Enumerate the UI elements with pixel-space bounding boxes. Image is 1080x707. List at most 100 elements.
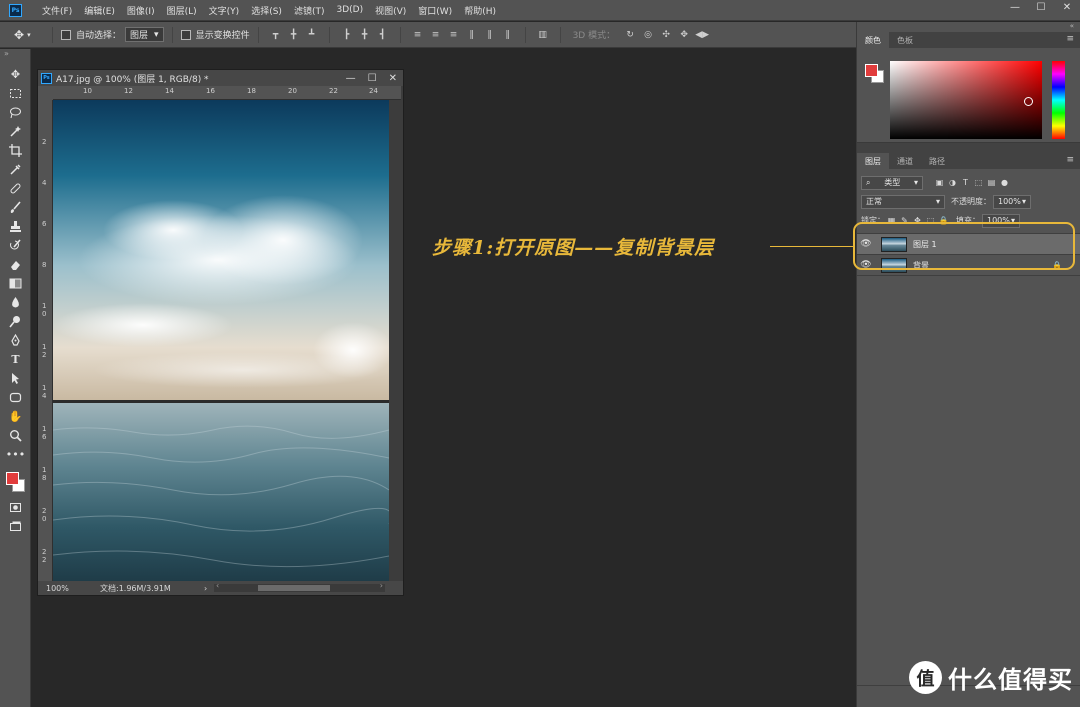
filter-adjustment-icon[interactable]: ◑ <box>946 176 959 189</box>
filter-toggle-icon[interactable]: ● <box>998 176 1011 189</box>
tab-color[interactable]: 颜色 <box>857 32 889 48</box>
close-icon[interactable]: ✕ <box>1054 0 1080 14</box>
align-top-icon[interactable]: ┳ <box>267 28 285 42</box>
scroll-left-icon[interactable]: ‹ <box>216 581 219 590</box>
distribute-left-icon[interactable]: ‖ <box>463 28 481 42</box>
tab-paths[interactable]: 路径 <box>921 153 953 169</box>
shape-tool-icon[interactable] <box>0 388 31 407</box>
minimize-icon[interactable]: — <box>346 73 356 84</box>
scrollbar-thumb[interactable] <box>258 585 330 591</box>
distribute-bottom-icon[interactable]: ≡ <box>445 28 463 42</box>
gradient-tool-icon[interactable] <box>0 274 31 293</box>
layer-name[interactable]: 图层 1 <box>913 239 937 250</box>
filter-type-icon[interactable]: T <box>959 176 972 189</box>
screen-mode-icon[interactable] <box>0 517 31 536</box>
tab-swatches[interactable]: 色板 <box>889 32 921 48</box>
horizontal-scrollbar[interactable]: ‹ › <box>214 581 385 592</box>
distribute-top-icon[interactable]: ≡ <box>409 28 427 42</box>
show-transform-checkbox[interactable] <box>180 29 191 40</box>
more-tools-icon[interactable]: ••• <box>0 445 31 464</box>
filter-smart-object-icon[interactable]: ▤ <box>985 176 998 189</box>
foreground-color-swatch[interactable] <box>865 64 878 77</box>
maximize-icon[interactable]: ☐ <box>368 73 377 84</box>
auto-select-target-dropdown[interactable]: 图层 ▾ <box>125 27 164 42</box>
magic-wand-tool-icon[interactable] <box>0 122 31 141</box>
menu-layer[interactable]: 图层(L) <box>161 4 203 17</box>
fill-field[interactable]: 100% ▾ <box>982 213 1020 228</box>
hand-tool-icon[interactable]: ✋ <box>0 407 31 426</box>
lock-artboard-icon[interactable]: ⬚ <box>924 214 937 227</box>
toolbar-grip-icon[interactable]: » <box>0 49 30 65</box>
dodge-tool-icon[interactable] <box>0 312 31 331</box>
filter-shape-icon[interactable]: ⬚ <box>972 176 985 189</box>
menu-select[interactable]: 选择(S) <box>245 4 288 17</box>
blur-tool-icon[interactable] <box>0 293 31 312</box>
3d-drag-icon[interactable]: ✣ <box>657 28 675 42</box>
stamp-tool-icon[interactable] <box>0 217 31 236</box>
move-tool-preset[interactable]: ✥ ▾ <box>14 28 44 42</box>
quick-mask-icon[interactable] <box>0 498 31 517</box>
menu-filter[interactable]: 滤镜(T) <box>288 4 331 17</box>
auto-select-checkbox[interactable] <box>61 29 71 40</box>
path-selection-tool-icon[interactable] <box>0 369 31 388</box>
minimize-icon[interactable]: — <box>1002 0 1028 14</box>
canvas-image[interactable] <box>53 100 389 581</box>
crop-tool-icon[interactable] <box>0 141 31 160</box>
menu-type[interactable]: 文字(Y) <box>203 4 246 17</box>
ruler-origin[interactable] <box>38 86 53 100</box>
opacity-field[interactable]: 100% ▾ <box>993 194 1031 209</box>
menu-edit[interactable]: 编辑(E) <box>78 4 121 17</box>
healing-brush-tool-icon[interactable] <box>0 179 31 198</box>
menu-view[interactable]: 视图(V) <box>369 4 412 17</box>
auto-align-icon[interactable]: ▥ <box>534 28 552 42</box>
foreground-color-swatch[interactable] <box>6 472 19 485</box>
align-vcenter-icon[interactable]: ╋ <box>285 28 303 42</box>
distribute-right-icon[interactable]: ‖ <box>499 28 517 42</box>
layer-row[interactable]: 👁 背景 🔒 <box>857 255 1080 276</box>
brush-tool-icon[interactable] <box>0 198 31 217</box>
distribute-vcenter-icon[interactable]: ≡ <box>427 28 445 42</box>
panel-menu-icon[interactable]: ≡ <box>1066 34 1074 44</box>
3d-slide-icon[interactable]: ✥ <box>675 28 693 42</box>
hue-slider[interactable] <box>1052 61 1065 139</box>
lasso-tool-icon[interactable] <box>0 103 31 122</box>
menu-help[interactable]: 帮助(H) <box>458 4 502 17</box>
eye-icon[interactable]: 👁 <box>857 239 875 249</box>
pen-tool-icon[interactable] <box>0 331 31 350</box>
lock-all-icon[interactable]: 🔒 <box>937 214 950 227</box>
align-hcenter-icon[interactable]: ╋ <box>356 28 374 42</box>
align-left-icon[interactable]: ┣ <box>338 28 356 42</box>
eraser-tool-icon[interactable] <box>0 255 31 274</box>
marquee-tool-icon[interactable] <box>0 84 31 103</box>
document-tab[interactable]: Ps A17.jpg @ 100% (图层 1, RGB/8) * — ☐ ✕ <box>38 70 403 86</box>
lock-transparent-icon[interactable]: ▦ <box>885 214 898 227</box>
lock-position-icon[interactable]: ✥ <box>911 214 924 227</box>
layer-filter-dropdown[interactable]: ⌕ 类型 ▾ <box>861 175 923 190</box>
3d-roll-icon[interactable]: ◎ <box>639 28 657 42</box>
align-right-icon[interactable]: ┫ <box>374 28 392 42</box>
tab-layers[interactable]: 图层 <box>857 153 889 169</box>
3d-scale-icon[interactable]: ◀▶ <box>693 28 711 42</box>
maximize-icon[interactable]: ☐ <box>1028 0 1054 14</box>
zoom-tool-icon[interactable] <box>0 426 31 445</box>
tab-channels[interactable]: 通道 <box>889 153 921 169</box>
close-icon[interactable]: ✕ <box>389 73 397 84</box>
scroll-right-icon[interactable]: › <box>380 581 383 590</box>
3d-rotate-icon[interactable]: ↻ <box>621 28 639 42</box>
lock-pixels-icon[interactable]: ✎ <box>898 214 911 227</box>
layer-row[interactable]: 👁 图层 1 <box>857 234 1080 255</box>
menu-window[interactable]: 窗口(W) <box>412 4 458 17</box>
document-size-info[interactable]: 文档:1.96M/3.91M <box>100 583 198 594</box>
history-brush-tool-icon[interactable] <box>0 236 31 255</box>
vertical-ruler[interactable]: 2 4 6 8 1 0 1 2 1 4 1 6 1 8 2 0 2 2 <box>38 100 53 581</box>
menu-image[interactable]: 图像(I) <box>121 4 161 17</box>
filter-pixel-icon[interactable]: ▣ <box>933 176 946 189</box>
eyedropper-tool-icon[interactable] <box>0 160 31 179</box>
menu-3d[interactable]: 3D(D) <box>330 5 369 15</box>
color-picker-field[interactable] <box>890 61 1042 139</box>
color-picker-cursor[interactable] <box>1024 97 1033 106</box>
blend-mode-dropdown[interactable]: 正常 ▾ <box>861 194 945 209</box>
layer-name[interactable]: 背景 <box>913 260 929 271</box>
zoom-level[interactable]: 100% <box>38 584 100 593</box>
type-tool-icon[interactable]: T <box>0 350 31 369</box>
